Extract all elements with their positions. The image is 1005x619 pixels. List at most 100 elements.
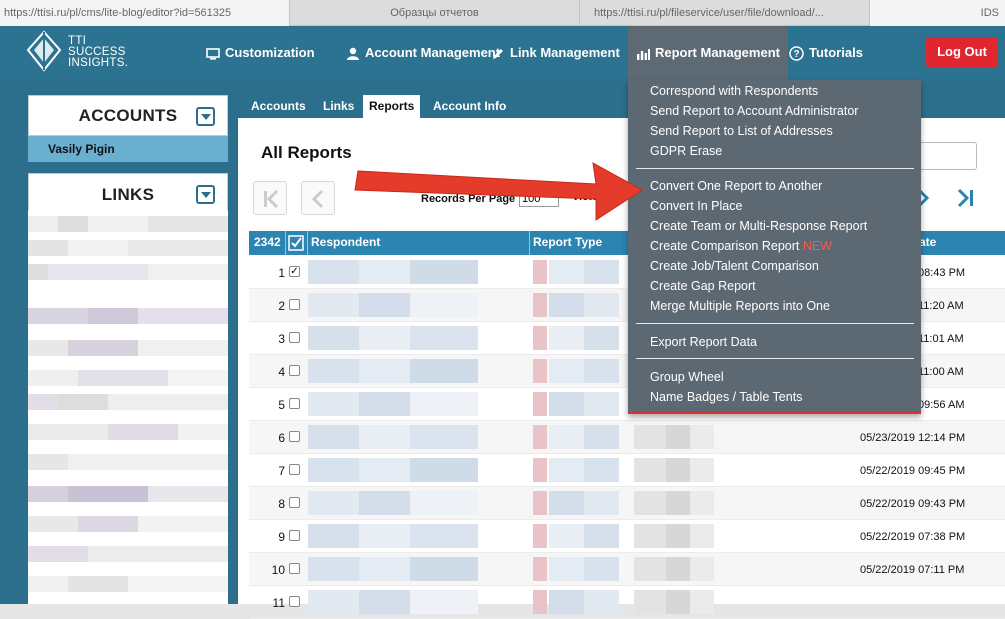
menu-item-group-wheel[interactable]: Group Wheel (650, 370, 724, 384)
row-checkbox[interactable] (289, 365, 300, 376)
table-row[interactable]: 9 05/22/2019 07:38 PM (249, 520, 1005, 553)
report-type-swatch (533, 260, 547, 284)
select-all-checkbox[interactable] (286, 231, 308, 255)
redacted-row (28, 394, 228, 410)
new-badge: NEW (802, 239, 833, 253)
row-number: 10 (271, 563, 285, 577)
table-row[interactable]: 7 05/22/2019 09:45 PM (249, 454, 1005, 487)
redacted-row (28, 240, 228, 256)
row-checkbox[interactable] (289, 464, 300, 475)
nav-tutorials[interactable]: ? Tutorials (789, 26, 863, 80)
browser-tab[interactable]: https://ttisi.ru/pl/cms/lite-blog/editor… (0, 0, 290, 26)
pencil-icon (493, 48, 503, 59)
nav-account-management[interactable]: Account Management (346, 26, 500, 80)
row-checkbox[interactable] (289, 497, 300, 508)
checkbox-icon (288, 235, 304, 251)
menu-item-gap-report[interactable]: Create Gap Report (650, 279, 756, 293)
svg-text:?: ? (793, 49, 799, 60)
row-number: 5 (278, 398, 285, 412)
accounts-panel-header[interactable]: ACCOUNTS (28, 95, 228, 136)
chevron-down-icon[interactable] (196, 185, 215, 204)
view-select-label: View S (572, 191, 608, 203)
menu-item-comparison-report[interactable]: Create Comparison Report NEW (650, 239, 832, 253)
table-row[interactable]: 6 05/23/2019 12:14 PM (249, 421, 1005, 454)
menu-item-name-badges[interactable]: Name Badges / Table Tents (650, 390, 802, 404)
nav-link-management[interactable]: Link Management (491, 26, 620, 80)
redacted-row (28, 340, 228, 356)
menu-item-send-admin[interactable]: Send Report to Account Administrator (650, 104, 858, 118)
row-checkbox[interactable] (289, 431, 300, 442)
redacted-row (28, 370, 228, 386)
row-number: 4 (278, 365, 285, 379)
logout-button[interactable]: Log Out (926, 37, 998, 67)
row-checkbox[interactable] (289, 596, 300, 607)
report-type-swatch (533, 590, 547, 614)
redacted-report-type (549, 458, 619, 482)
tab-accounts[interactable]: Accounts (245, 95, 312, 118)
redacted-respondent (308, 590, 478, 614)
tti-logo[interactable]: TTI SUCCESS INSIGHTS. (26, 30, 146, 76)
monitor-icon (206, 47, 220, 60)
app-header: TTI SUCCESS INSIGHTS. Customization Acco… (0, 26, 1005, 80)
nav-report-management[interactable]: Report Management (628, 26, 788, 80)
row-number: 1 (278, 266, 285, 280)
redacted-email (634, 590, 714, 614)
redacted-report-type (549, 392, 619, 416)
menu-item-merge-reports[interactable]: Merge Multiple Reports into One (650, 299, 830, 313)
row-number: 9 (278, 530, 285, 544)
redacted-respondent (308, 557, 478, 581)
row-checkbox[interactable] (289, 299, 300, 310)
menu-item-convert-in-place[interactable]: Convert In Place (650, 199, 742, 213)
row-checkbox[interactable] (289, 398, 300, 409)
row-number: 6 (278, 431, 285, 445)
sidebar-item-account[interactable]: Vasily Pigin (28, 136, 228, 162)
redacted-respondent (308, 260, 478, 284)
redacted-row (28, 454, 228, 470)
redacted-email (634, 458, 714, 482)
row-checkbox[interactable] (289, 563, 300, 574)
tab-links[interactable]: Links (317, 95, 360, 118)
row-date: 05/22/2019 07:38 PM (860, 531, 966, 543)
nav-label: Report Management (655, 45, 780, 60)
row-checkbox[interactable]: ✓ (289, 266, 300, 277)
diamond-logo-icon (26, 30, 62, 72)
table-row[interactable]: 8 05/22/2019 09:43 PM (249, 487, 1005, 520)
page-title: All Reports (261, 143, 352, 162)
redacted-row (28, 264, 228, 280)
report-type-swatch (533, 326, 547, 350)
row-checkbox[interactable] (289, 332, 300, 343)
search-input[interactable] (917, 142, 977, 170)
menu-item-send-list[interactable]: Send Report to List of Addresses (650, 124, 833, 138)
column-respondent[interactable]: Respondent (308, 231, 530, 255)
menu-item-correspond[interactable]: Correspond with Respondents (650, 84, 818, 98)
browser-tab[interactable]: https://ttisi.ru/pl/fileservice/user/fil… (580, 0, 870, 26)
records-per-page-input[interactable] (519, 191, 559, 207)
chevron-down-icon[interactable] (196, 107, 215, 126)
tab-account-info[interactable]: Account Info (427, 95, 512, 118)
redacted-email (634, 557, 714, 581)
nav-label: Link Management (510, 45, 620, 60)
redacted-report-type (549, 359, 619, 383)
prev-page-button[interactable] (301, 181, 335, 215)
browser-tab[interactable]: Образцы отчетов (290, 0, 580, 26)
menu-item-convert-report[interactable]: Convert One Report to Another (650, 179, 822, 193)
row-checkbox[interactable] (289, 530, 300, 541)
browser-tab-bar: https://ttisi.ru/pl/cms/lite-blog/editor… (0, 0, 1005, 26)
report-type-swatch (533, 359, 547, 383)
redacted-row (28, 308, 228, 324)
first-page-button[interactable] (253, 181, 287, 215)
menu-item-export-data[interactable]: Export Report Data (650, 335, 757, 349)
links-panel-header[interactable]: LINKS (28, 173, 228, 211)
redacted-row (28, 216, 228, 232)
table-row[interactable]: 11 (249, 586, 1005, 619)
menu-item-job-talent[interactable]: Create Job/Talent Comparison (650, 259, 819, 273)
browser-tab[interactable]: IDS (870, 0, 1005, 26)
tab-reports[interactable]: Reports (363, 95, 421, 118)
menu-divider (636, 323, 914, 324)
menu-item-team-report[interactable]: Create Team or Multi-Response Report (650, 219, 867, 233)
table-row[interactable]: 10 05/22/2019 07:11 PM (249, 553, 1005, 586)
row-date: 05/23/2019 12:14 PM (860, 432, 966, 444)
last-page-button[interactable] (950, 181, 984, 215)
nav-customization[interactable]: Customization (206, 26, 315, 80)
menu-item-gdpr-erase[interactable]: GDPR Erase (650, 144, 722, 158)
